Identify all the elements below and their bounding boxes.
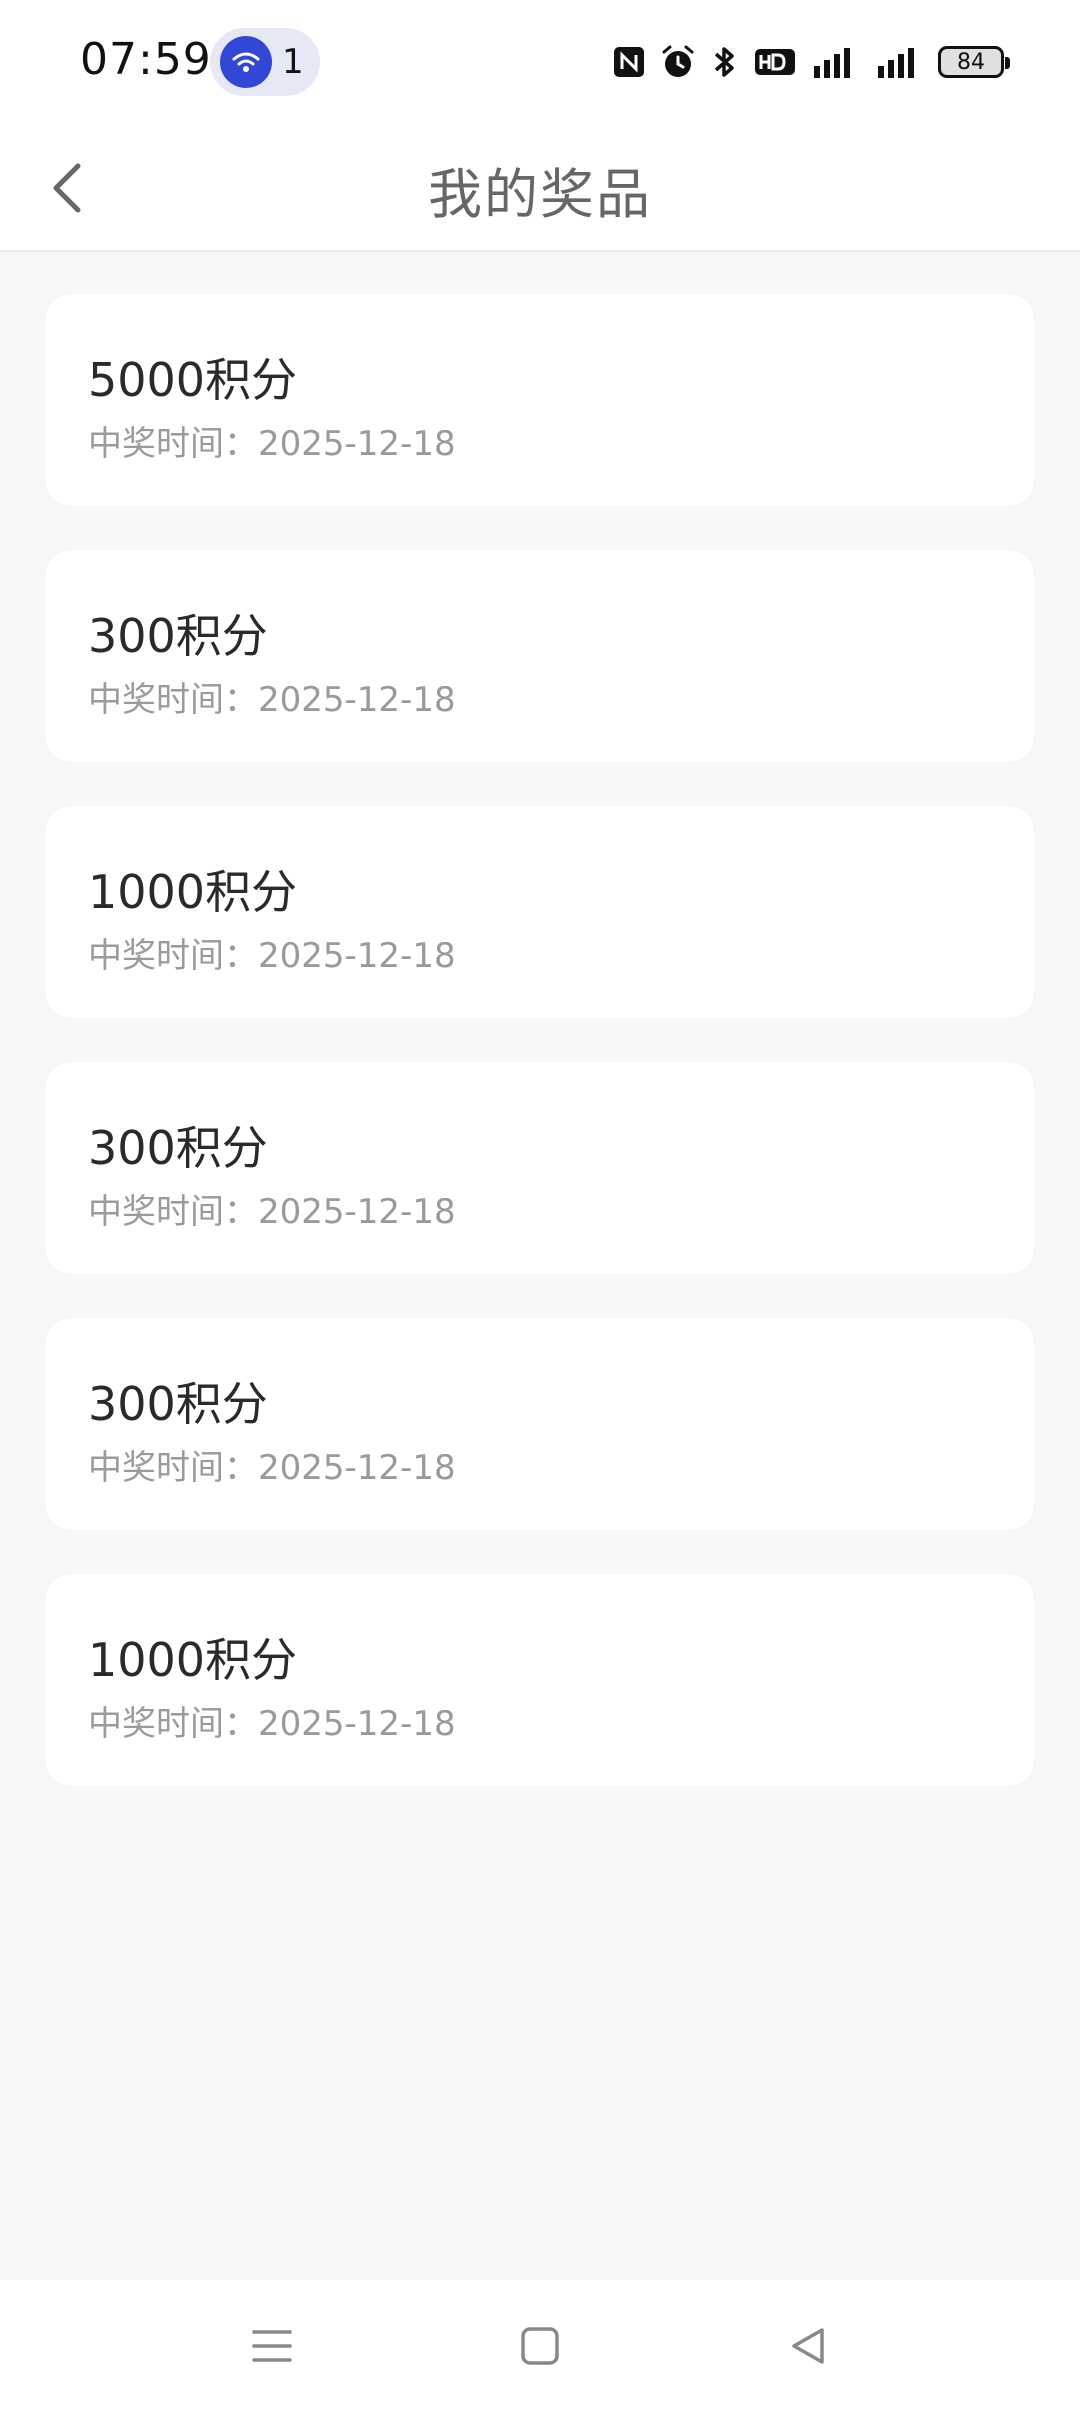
prize-name: 300积分 [88,609,268,663]
hotspot-count: 1 [282,42,304,82]
prize-time: 中奖时间：2025-12-18 [88,1448,456,1488]
signal-5g-icon [810,44,860,80]
recent-apps-button[interactable] [242,2316,302,2376]
nav-header: 我的奖品 [0,124,1080,252]
page-title: 我的奖品 [428,163,652,226]
prize-time: 中奖时间：2025-12-18 [88,1704,456,1744]
back-nav-button[interactable] [778,2316,838,2376]
status-icons: 84 [612,40,1010,84]
nfc-icon [612,45,646,79]
prize-time: 中奖时间：2025-12-18 [88,1192,456,1232]
prize-name: 300积分 [88,1121,268,1175]
prize-card[interactable]: 1000积分 中奖时间：2025-12-18 [46,1574,1034,1786]
prize-name: 1000积分 [88,865,298,919]
system-nav-bar [0,2280,1080,2412]
status-time: 07:59 [80,34,212,85]
hotspot-icon [220,36,272,88]
prize-time: 中奖时间：2025-12-18 [88,936,456,976]
menu-icon [252,2330,292,2362]
status-bar: 07:59 1 84 [0,0,1080,124]
prize-time: 中奖时间：2025-12-18 [88,680,456,720]
hd-icon [754,47,796,77]
alarm-icon [660,44,696,80]
prize-name: 300积分 [88,1377,268,1431]
signal-5g-icon [874,44,924,80]
square-icon [521,2327,559,2365]
home-button[interactable] [510,2316,570,2376]
triangle-back-icon [792,2328,824,2364]
prize-card[interactable]: 5000积分 中奖时间：2025-12-18 [46,294,1034,506]
screen: 07:59 1 84 我的奖品 5000积分 中奖时间：2025-12-18 3… [0,0,1080,2412]
prize-card[interactable]: 300积分 中奖时间：2025-12-18 [46,1318,1034,1530]
hotspot-indicator[interactable]: 1 [210,28,320,96]
prize-card[interactable]: 300积分 中奖时间：2025-12-18 [46,550,1034,762]
prize-name: 1000积分 [88,1633,298,1687]
battery-icon: 84 [938,46,1010,78]
prize-card[interactable]: 300积分 中奖时间：2025-12-18 [46,1062,1034,1274]
prize-card[interactable]: 1000积分 中奖时间：2025-12-18 [46,806,1034,1018]
bluetooth-icon [710,44,740,80]
prize-time: 中奖时间：2025-12-18 [88,424,456,464]
prize-list: 5000积分 中奖时间：2025-12-18 300积分 中奖时间：2025-1… [46,294,1034,1830]
prize-name: 5000积分 [88,353,298,407]
